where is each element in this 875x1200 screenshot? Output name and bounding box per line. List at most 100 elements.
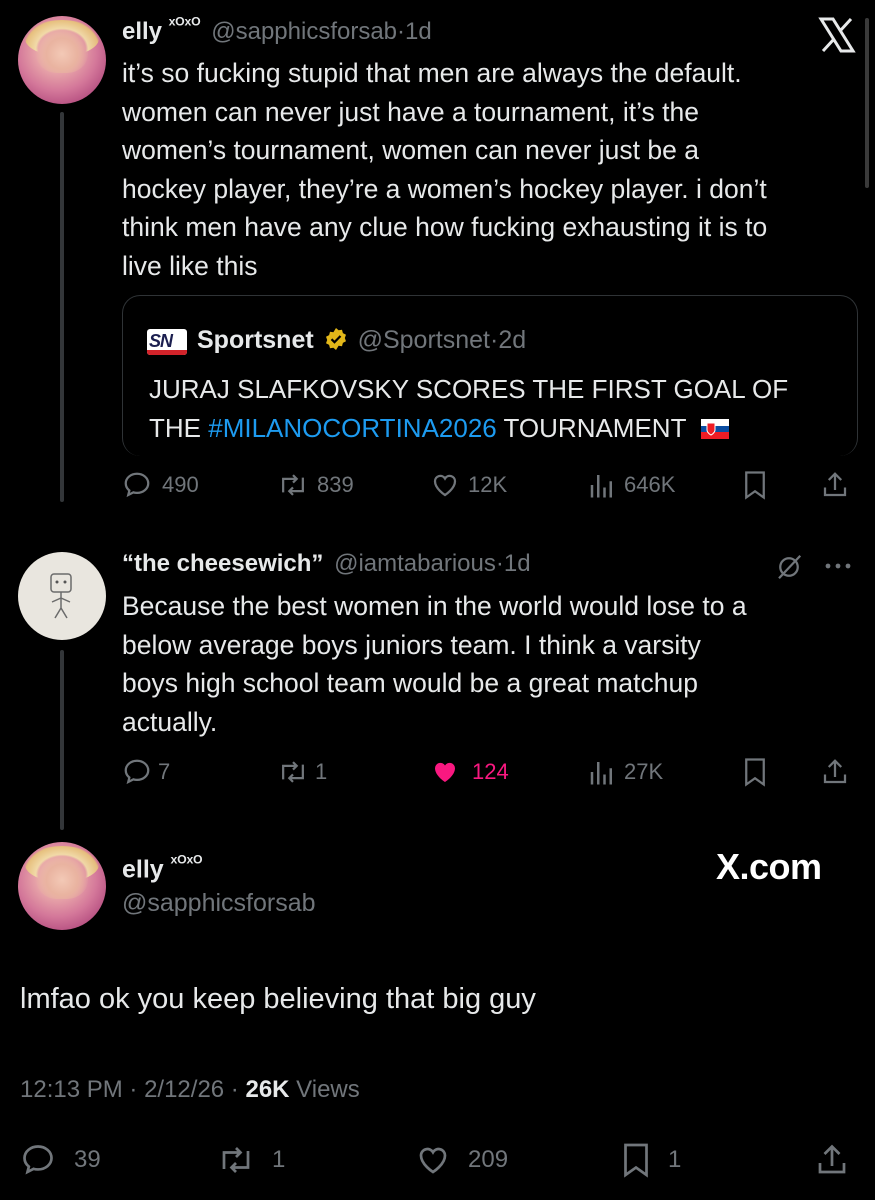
like-button[interactable]: 209 bbox=[414, 1142, 508, 1178]
quote-author-name[interactable]: Sportsnet bbox=[197, 326, 314, 354]
like-button[interactable]: 124 bbox=[430, 757, 509, 787]
repost-count: 1 bbox=[315, 759, 328, 784]
tweet-header: “the cheesewich” @iamtabarious·1d bbox=[122, 550, 531, 578]
reply-button[interactable]: 490 bbox=[122, 470, 199, 500]
separator: · bbox=[495, 550, 504, 577]
author-name[interactable]: elly bbox=[122, 18, 162, 45]
quote-line: THE #MILANOCORTINA2026 TOURNAMENT bbox=[149, 409, 849, 450]
quote-line: JURAJ SLAFKOVSKY SCORES THE FIRST GOAL O… bbox=[149, 374, 789, 404]
quote-author-handle[interactable]: @Sportsnet bbox=[358, 326, 490, 354]
reply-icon bbox=[20, 1142, 56, 1178]
bookmark-button[interactable]: 1 bbox=[620, 1142, 681, 1178]
like-icon bbox=[430, 757, 460, 787]
quote-time[interactable]: 2d bbox=[498, 326, 526, 354]
tweet-date[interactable]: 2/12/26 bbox=[144, 1076, 224, 1103]
repost-icon bbox=[216, 1142, 256, 1178]
repost-button[interactable]: 1 bbox=[216, 1142, 285, 1178]
reply-icon bbox=[122, 757, 152, 787]
views-icon bbox=[588, 757, 616, 787]
reply-count: 39 bbox=[74, 1146, 101, 1173]
views-label: Views bbox=[296, 1076, 360, 1103]
author-handle[interactable]: @sapphicsforsab bbox=[211, 18, 397, 45]
views-count: 26K bbox=[245, 1076, 290, 1103]
like-count: 12K bbox=[468, 472, 508, 497]
quote-text: JURAJ SLAFKOVSKY SCORES THE FIRST GOAL O… bbox=[149, 370, 849, 449]
repost-count: 1 bbox=[272, 1146, 286, 1173]
views-button[interactable]: 27K bbox=[588, 757, 663, 787]
bookmark-button[interactable] bbox=[742, 470, 768, 500]
bookmark-icon bbox=[742, 470, 768, 500]
bookmark-count: 1 bbox=[668, 1146, 682, 1173]
repost-count: 839 bbox=[317, 472, 354, 497]
like-button[interactable]: 12K bbox=[430, 470, 507, 500]
sportsnet-logo-text: SN bbox=[149, 331, 173, 351]
tweet-meta: 12:13 PM · 2/12/26 · 26K Views bbox=[20, 1076, 360, 1104]
like-count: 124 bbox=[472, 759, 509, 784]
repost-button[interactable]: 839 bbox=[277, 470, 354, 500]
tweet-time[interactable]: 1d bbox=[504, 550, 531, 577]
tweet-header: elly ˣᴼˣᴼ @sapphicsforsab·1d bbox=[122, 14, 432, 46]
views-button[interactable]: 646K bbox=[588, 470, 675, 500]
more-icon[interactable] bbox=[822, 558, 854, 579]
repost-icon bbox=[277, 757, 309, 787]
tweet-time[interactable]: 1d bbox=[405, 18, 432, 45]
reply-count: 7 bbox=[158, 759, 171, 784]
like-icon bbox=[430, 470, 460, 500]
slovakia-flag-icon bbox=[701, 411, 730, 450]
like-count: 209 bbox=[468, 1146, 509, 1173]
tweet-line: women’s tournament, women can never just… bbox=[122, 135, 699, 165]
tweet-line: think men have any clue how fucking exha… bbox=[122, 212, 768, 242]
share-button[interactable] bbox=[820, 757, 850, 787]
tweet-line: below average boys juniors team. I think… bbox=[122, 629, 701, 660]
quoted-tweet[interactable]: SN Sportsnet @Sportsnet·2d JURAJ SLAFKOV… bbox=[122, 295, 858, 456]
tweet-line: live like this bbox=[122, 250, 258, 281]
author-name[interactable]: “the cheesewich” bbox=[122, 550, 323, 577]
repost-icon bbox=[277, 470, 309, 500]
avatar[interactable] bbox=[18, 842, 106, 930]
reply-button[interactable]: 7 bbox=[122, 757, 170, 787]
tweet-line: hockey player, they’re a women’s hockey … bbox=[122, 173, 767, 204]
author-handle[interactable]: @sapphicsforsab bbox=[122, 889, 316, 918]
tweet-line: Because the best women in the world woul… bbox=[122, 591, 747, 621]
bookmark-icon bbox=[742, 757, 768, 787]
tweet-text: it’s so fucking stupid that men are alwa… bbox=[122, 54, 867, 285]
reply-button[interactable]: 39 bbox=[20, 1142, 101, 1178]
grok-icon[interactable] bbox=[774, 552, 804, 587]
hashtag-link[interactable]: #MILANOCORTINA2026 bbox=[208, 413, 497, 443]
name-badge: ˣᴼˣᴼ bbox=[168, 14, 201, 34]
share-button[interactable] bbox=[820, 470, 850, 500]
bookmark-button[interactable] bbox=[742, 757, 768, 787]
share-icon bbox=[820, 470, 850, 500]
share-button[interactable] bbox=[814, 1142, 850, 1178]
verified-badge-icon bbox=[324, 327, 348, 358]
tweet-time[interactable]: 12:13 PM bbox=[20, 1076, 123, 1103]
tweet-text: Because the best women in the world woul… bbox=[122, 587, 867, 741]
thread-line bbox=[60, 650, 64, 830]
share-icon bbox=[820, 757, 850, 787]
avatar[interactable] bbox=[18, 16, 106, 104]
sportsnet-logo: SN bbox=[147, 329, 187, 355]
bookmark-icon bbox=[620, 1142, 652, 1178]
tweet-text: lmfao ok you keep believing that big guy bbox=[20, 983, 536, 1015]
quote-text-part: TOURNAMENT bbox=[496, 412, 687, 443]
author-name[interactable]: elly bbox=[122, 855, 164, 883]
tweet-line: women can never just have a tournament, … bbox=[122, 96, 699, 127]
quote-header: Sportsnet @Sportsnet·2d bbox=[197, 326, 526, 358]
repost-button[interactable]: 1 bbox=[277, 757, 327, 787]
share-icon bbox=[814, 1142, 850, 1178]
views-icon bbox=[588, 470, 616, 500]
reply-icon bbox=[122, 470, 152, 500]
tweet-line: actually. bbox=[122, 706, 218, 737]
author-name-row: elly ˣᴼˣᴼ bbox=[122, 852, 203, 884]
quote-text-part: THE bbox=[149, 412, 209, 443]
name-badge: ˣᴼˣᴼ bbox=[170, 852, 203, 872]
like-icon bbox=[414, 1142, 452, 1178]
views-count: 646K bbox=[624, 472, 676, 497]
avatar[interactable] bbox=[18, 552, 106, 640]
reply-count: 490 bbox=[162, 472, 199, 497]
watermark: X.com bbox=[716, 846, 822, 887]
views-count: 27K bbox=[624, 759, 664, 784]
tweet-line: boys high school team would be a great m… bbox=[122, 668, 698, 698]
x-logo-icon[interactable] bbox=[818, 16, 856, 54]
author-handle[interactable]: @iamtabarious bbox=[334, 550, 496, 577]
